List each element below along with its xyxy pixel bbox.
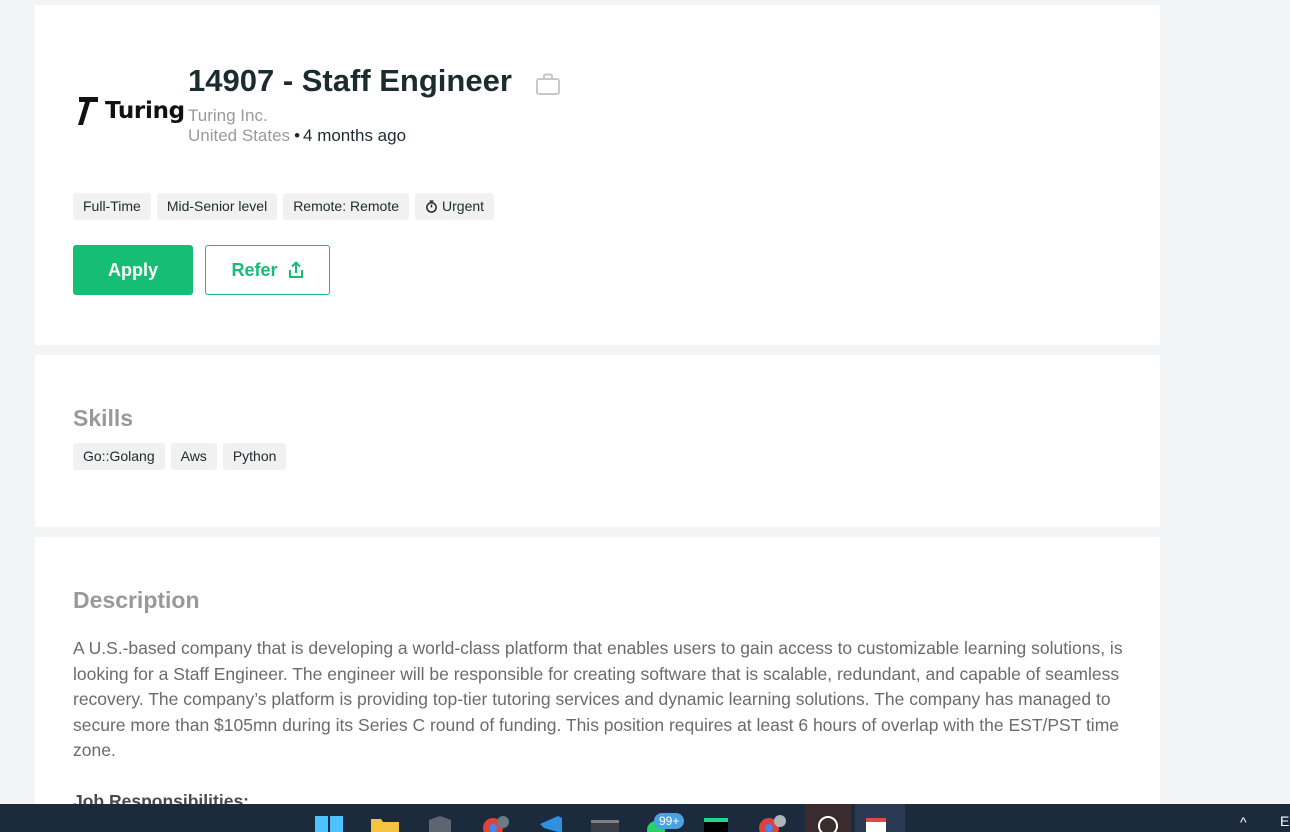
refer-button-label: Refer	[231, 259, 278, 280]
turing-logo-mark-icon	[78, 97, 98, 125]
tag-urgent: Urgent	[415, 193, 495, 220]
job-meta: United States • 4 months ago	[188, 126, 406, 146]
job-location: United States	[188, 126, 291, 145]
taskbar-clock[interactable]: E	[1280, 813, 1289, 829]
windows-taskbar	[0, 804, 1290, 832]
vscode-icon[interactable]	[536, 814, 566, 832]
description-body: A U.S.-based company that is developing …	[73, 638, 1123, 760]
chrome-icon[interactable]	[480, 814, 510, 832]
company-logo-text: Turing	[105, 98, 185, 124]
refer-button[interactable]: Refer	[205, 245, 330, 295]
share-icon	[288, 261, 303, 278]
posted-time: 4 months ago	[303, 126, 407, 145]
tag-remote: Remote: Remote	[283, 193, 410, 220]
skills-card: Skills Go::Golang Aws Python	[35, 355, 1160, 527]
notification-badge: 99+	[654, 813, 685, 829]
tray-overflow-chevron-icon[interactable]: ^	[1240, 814, 1247, 830]
skill-tag: Aws	[170, 443, 217, 470]
chrome-profile-icon[interactable]	[756, 814, 786, 832]
skill-tag: Python	[222, 443, 287, 470]
file-explorer-icon[interactable]	[370, 814, 400, 832]
job-tags: Full-Time Mid-Senior level Remote: Remot…	[73, 193, 495, 220]
description-heading: Description	[73, 587, 200, 613]
skill-tag: Go::Golang	[73, 443, 165, 470]
description-card: Description A U.S.-based company that is…	[35, 537, 1160, 832]
tag-employment-type: Full-Time	[73, 193, 151, 220]
briefcase-icon	[536, 73, 560, 95]
job-header-card: Turing 14907 - Staff Engineer Turing Inc…	[35, 5, 1160, 345]
company-name: Turing Inc.	[188, 106, 268, 125]
tag-seniority: Mid-Senior level	[156, 193, 278, 220]
company-logo: Turing	[77, 95, 185, 127]
apply-button[interactable]: Apply	[73, 245, 193, 295]
terminal-icon[interactable]	[590, 814, 620, 832]
pycharm-icon[interactable]	[702, 814, 732, 832]
active-app-icon[interactable]	[805, 804, 851, 832]
meta-separator: •	[294, 126, 301, 145]
skills-list: Go::Golang Aws Python	[73, 443, 287, 470]
tag-urgent-label: Urgent	[442, 198, 485, 214]
calendar-app-icon[interactable]	[855, 804, 905, 832]
job-title: 14907 - Staff Engineer	[188, 63, 512, 98]
stopwatch-icon	[426, 200, 437, 213]
security-shield-icon[interactable]	[425, 814, 455, 832]
skills-heading: Skills	[73, 405, 134, 431]
windows-start-icon[interactable]	[314, 814, 344, 832]
